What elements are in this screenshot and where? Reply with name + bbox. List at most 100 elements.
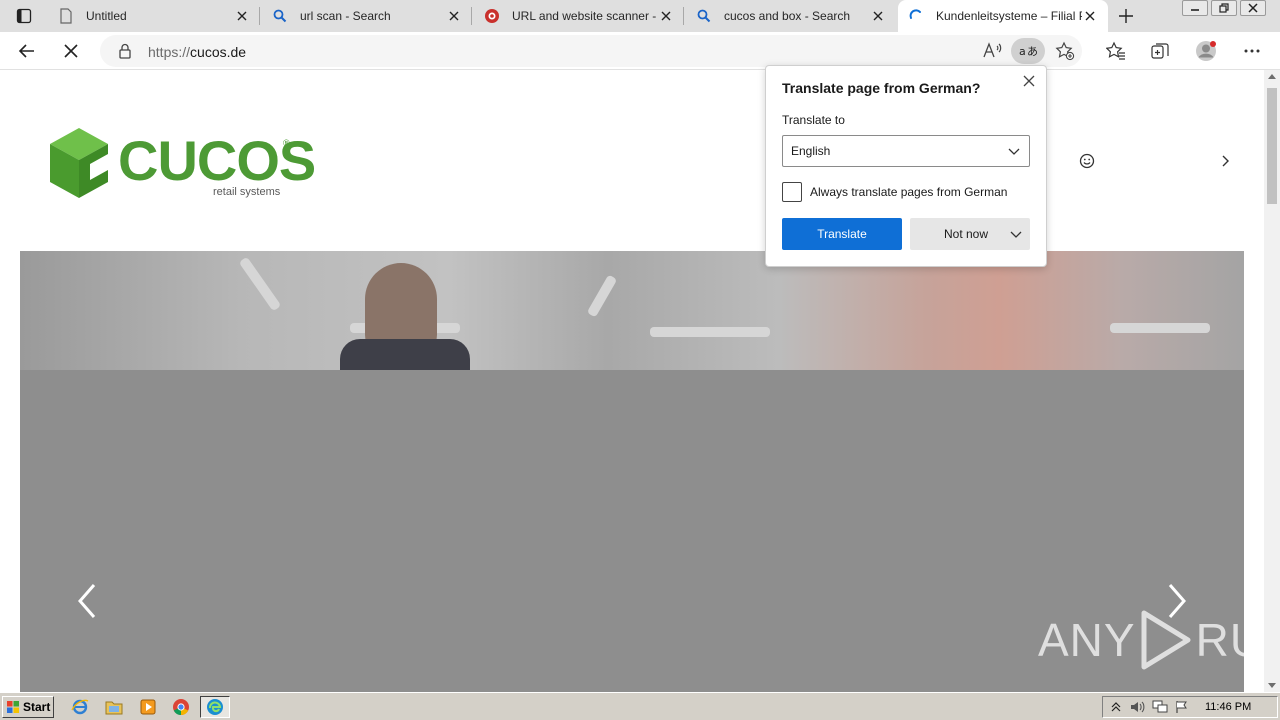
search-icon <box>272 8 288 24</box>
chrome-icon[interactable] <box>171 698 191 716</box>
url-text[interactable]: https://cucos.de <box>148 44 246 60</box>
chevron-left-icon <box>78 584 96 618</box>
language-select-value: English <box>791 144 831 158</box>
restore-button[interactable] <box>1211 0 1237 16</box>
network-icon[interactable] <box>1151 699 1169 715</box>
cucos-logo[interactable]: CUCOS ® retail systems <box>48 126 316 200</box>
tab-strip: Untitled url scan - Search URL and websi… <box>0 0 1280 32</box>
close-icon[interactable] <box>234 8 250 24</box>
ceiling-light <box>650 327 770 337</box>
read-aloud-icon <box>983 42 1002 58</box>
smiley-icon[interactable] <box>1078 152 1096 170</box>
always-translate-checkbox[interactable] <box>782 182 802 202</box>
urlscan-icon <box>484 8 500 24</box>
play-icon <box>1141 610 1191 670</box>
ceiling-light <box>586 274 618 318</box>
language-select[interactable]: English <box>782 135 1030 167</box>
loading-spinner-icon <box>908 8 924 24</box>
close-icon <box>1023 75 1035 87</box>
scrollbar-thumb[interactable] <box>1267 88 1277 204</box>
scroll-up-icon[interactable] <box>1268 74 1276 79</box>
start-button[interactable]: Start <box>2 696 54 718</box>
profile-button[interactable] <box>1191 36 1221 66</box>
star-plus-icon <box>1055 41 1075 61</box>
tab-cucos-and-box-search[interactable]: cucos and box - Search <box>686 0 896 32</box>
file-explorer-icon[interactable] <box>104 698 124 716</box>
new-tab-button[interactable] <box>1114 4 1138 28</box>
taskbar-clock[interactable]: 11:46 PM <box>1205 701 1251 713</box>
popup-title: Translate page from German? <box>782 80 981 96</box>
favorites-button[interactable] <box>1101 36 1131 66</box>
hero-photo <box>20 251 1244 379</box>
back-button[interactable] <box>12 36 42 66</box>
slider-prev-button[interactable] <box>76 581 100 621</box>
start-label: Start <box>23 700 51 714</box>
popup-close-button[interactable] <box>1020 72 1038 90</box>
media-player-icon[interactable] <box>138 698 158 716</box>
lock-icon[interactable] <box>118 43 134 59</box>
logo-tagline: retail systems <box>213 186 281 198</box>
chevron-down-icon <box>1008 148 1020 155</box>
translate-to-label: Translate to <box>782 113 845 127</box>
tab-url-scan-search[interactable]: url scan - Search <box>262 0 472 32</box>
back-arrow-icon <box>18 44 34 58</box>
chevron-right-icon[interactable] <box>1216 152 1234 170</box>
internet-explorer-icon[interactable] <box>70 698 90 716</box>
svg-text:a: a <box>1019 45 1026 58</box>
close-icon[interactable] <box>870 8 886 24</box>
tab-title: url scan - Search <box>300 9 391 23</box>
taskbar: Start 11:46 PM <box>0 692 1280 720</box>
minimize-button[interactable] <box>1182 0 1208 16</box>
tab-title: Untitled <box>86 9 127 23</box>
collections-button[interactable] <box>1145 36 1175 66</box>
stop-loading-button[interactable] <box>56 36 86 66</box>
window-controls <box>1182 0 1269 18</box>
logo-registered-mark: ® <box>283 138 290 148</box>
not-now-button[interactable]: Not now <box>910 218 1030 250</box>
favorites-icon <box>1106 41 1125 60</box>
chevron-down-icon[interactable] <box>1009 227 1023 241</box>
cube-logo-icon <box>50 128 108 198</box>
tab-actions-icon <box>16 8 32 24</box>
vertical-scrollbar[interactable] <box>1264 70 1280 692</box>
read-aloud-button[interactable] <box>980 38 1006 64</box>
scroll-down-icon[interactable] <box>1268 683 1276 688</box>
svg-text:あ: あ <box>1027 45 1038 58</box>
address-bar[interactable]: https://cucos.de aあ <box>100 35 1082 67</box>
edge-taskbar-icon[interactable] <box>200 696 230 718</box>
tab-urlscan[interactable]: URL and website scanner - urlscan.io <box>474 0 684 32</box>
tab-separator <box>471 7 472 25</box>
always-translate-row[interactable]: Always translate pages from German <box>782 182 1007 202</box>
anyrun-watermark: ANY RUN <box>1038 608 1264 672</box>
translate-button[interactable]: aあ <box>1011 38 1045 64</box>
translate-popup: Translate page from German? Translate to… <box>765 65 1047 267</box>
add-favorite-button[interactable] <box>1052 38 1078 64</box>
tab-kundenleitsysteme[interactable]: Kundenleitsysteme – Filial Pro <box>898 0 1108 32</box>
tab-untitled[interactable]: Untitled <box>48 0 260 32</box>
translate-confirm-button[interactable]: Translate <box>782 218 902 250</box>
tab-title: cucos and box - Search <box>724 9 851 23</box>
minimize-icon <box>1191 9 1199 11</box>
system-tray: 11:46 PM <box>1102 696 1278 718</box>
page-viewport: CUCOS ® retail systems ANY RUN <box>0 70 1264 692</box>
close-window-button[interactable] <box>1240 0 1266 16</box>
volume-icon[interactable] <box>1129 699 1147 715</box>
tray-expand-icon[interactable] <box>1107 699 1125 715</box>
close-icon[interactable] <box>446 8 462 24</box>
watermark-left: ANY <box>1038 614 1136 666</box>
url-host: cucos.de <box>190 44 247 60</box>
plus-icon <box>1119 9 1133 23</box>
ceiling-light <box>1110 323 1210 333</box>
close-icon <box>1248 3 1258 13</box>
tab-actions-button[interactable] <box>8 5 40 27</box>
settings-more-button[interactable] <box>1237 36 1267 66</box>
restore-icon <box>1219 3 1229 13</box>
close-icon[interactable] <box>1082 8 1098 24</box>
always-translate-label: Always translate pages from German <box>810 185 1008 199</box>
watermark-right: RUN <box>1195 614 1264 666</box>
tab-separator <box>259 7 260 25</box>
action-center-flag-icon[interactable] <box>1173 699 1191 715</box>
translate-icon: aあ <box>1019 45 1038 58</box>
windows-flag-icon <box>7 701 19 713</box>
close-icon[interactable] <box>658 8 674 24</box>
